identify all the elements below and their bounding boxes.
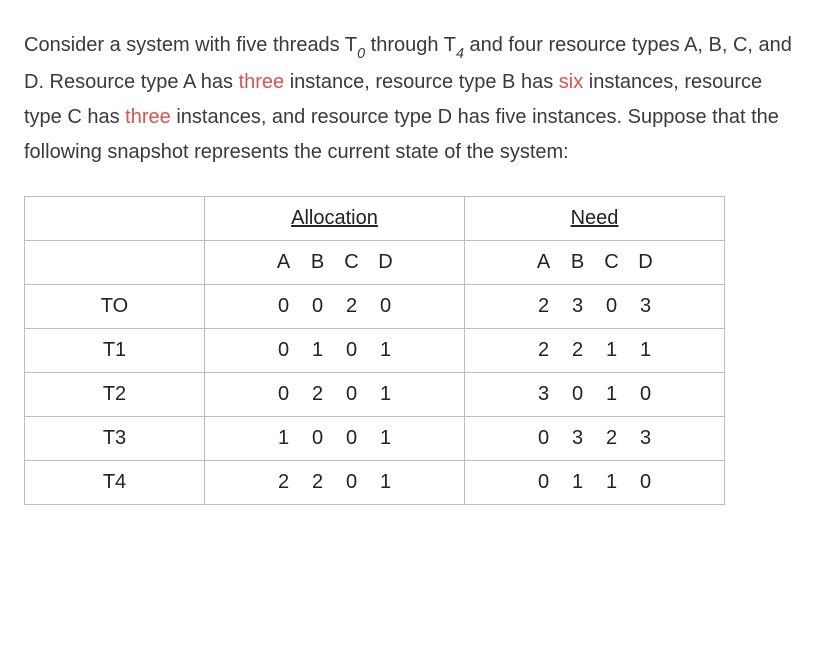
alloc-val: 0 xyxy=(377,295,395,318)
need-val: 0 xyxy=(535,471,553,494)
table-row: TO 0 0 2 0 2 3 0 3 xyxy=(25,285,725,329)
alloc-val: 2 xyxy=(309,383,327,406)
need-cell: 3 0 1 0 xyxy=(465,373,725,417)
alloc-col-b: B xyxy=(309,251,327,274)
header-row: Allocation Need xyxy=(25,197,725,241)
table-row: T3 1 0 0 1 0 3 2 3 xyxy=(25,417,725,461)
problem-paragraph: Consider a system with five threads T0 t… xyxy=(24,28,796,170)
alloc-val: 0 xyxy=(309,427,327,450)
para-seg-4: instance, resource type B has xyxy=(284,71,559,93)
need-col-letters: A B C D xyxy=(465,241,725,285)
highlight-three-a: three xyxy=(239,71,285,93)
need-val: 3 xyxy=(637,427,655,450)
header-need-label: Need xyxy=(571,207,619,229)
need-col-c: C xyxy=(603,251,621,274)
col-letters-blank xyxy=(25,241,205,285)
need-cell: 2 3 0 3 xyxy=(465,285,725,329)
subscript-4: 4 xyxy=(456,46,464,62)
need-val: 0 xyxy=(603,295,621,318)
need-val: 1 xyxy=(603,339,621,362)
table-row: T4 2 2 0 1 0 1 1 0 xyxy=(25,461,725,505)
header-allocation: Allocation xyxy=(205,197,465,241)
need-col-b: B xyxy=(569,251,587,274)
resource-table: Allocation Need A B C D A B C D TO 0 0 xyxy=(24,196,725,505)
alloc-cell: 2 2 0 1 xyxy=(205,461,465,505)
col-letters-row: A B C D A B C D xyxy=(25,241,725,285)
alloc-val: 1 xyxy=(275,427,293,450)
para-seg-2: through T xyxy=(365,34,456,56)
need-val: 2 xyxy=(535,339,553,362)
need-val: 1 xyxy=(603,383,621,406)
alloc-val: 2 xyxy=(343,295,361,318)
need-cell: 2 2 1 1 xyxy=(465,329,725,373)
need-val: 0 xyxy=(535,427,553,450)
need-val: 3 xyxy=(569,427,587,450)
need-cell: 0 1 1 0 xyxy=(465,461,725,505)
alloc-val: 2 xyxy=(309,471,327,494)
need-val: 1 xyxy=(569,471,587,494)
alloc-col-letters: A B C D xyxy=(205,241,465,285)
alloc-col-d: D xyxy=(377,251,395,274)
alloc-val: 0 xyxy=(343,427,361,450)
thread-cell: T1 xyxy=(25,329,205,373)
need-val: 0 xyxy=(637,383,655,406)
alloc-cell: 0 1 0 1 xyxy=(205,329,465,373)
thread-cell: T2 xyxy=(25,373,205,417)
alloc-val: 2 xyxy=(275,471,293,494)
thread-cell: T4 xyxy=(25,461,205,505)
table-row: T1 0 1 0 1 2 2 1 1 xyxy=(25,329,725,373)
alloc-cell: 0 2 0 1 xyxy=(205,373,465,417)
need-col-a: A xyxy=(535,251,553,274)
alloc-val: 0 xyxy=(343,471,361,494)
alloc-val: 1 xyxy=(309,339,327,362)
highlight-three-c: three xyxy=(125,106,171,128)
need-val: 3 xyxy=(637,295,655,318)
highlight-six: six xyxy=(559,71,583,93)
need-val: 2 xyxy=(603,427,621,450)
alloc-val: 0 xyxy=(275,295,293,318)
need-val: 3 xyxy=(569,295,587,318)
subscript-0: 0 xyxy=(357,46,365,62)
need-val: 2 xyxy=(569,339,587,362)
need-val: 0 xyxy=(637,471,655,494)
alloc-val: 1 xyxy=(377,427,395,450)
need-val: 1 xyxy=(603,471,621,494)
need-col-d: D xyxy=(637,251,655,274)
thread-cell: TO xyxy=(25,285,205,329)
need-val: 0 xyxy=(569,383,587,406)
para-seg-1: Consider a system with five threads T xyxy=(24,34,357,56)
need-cell: 0 3 2 3 xyxy=(465,417,725,461)
alloc-val: 1 xyxy=(377,471,395,494)
header-blank xyxy=(25,197,205,241)
need-val: 2 xyxy=(535,295,553,318)
header-need: Need xyxy=(465,197,725,241)
table-row: T2 0 2 0 1 3 0 1 0 xyxy=(25,373,725,417)
alloc-val: 0 xyxy=(309,295,327,318)
alloc-val: 0 xyxy=(275,383,293,406)
alloc-val: 1 xyxy=(377,383,395,406)
alloc-cell: 1 0 0 1 xyxy=(205,417,465,461)
alloc-val: 0 xyxy=(343,339,361,362)
alloc-col-c: C xyxy=(343,251,361,274)
alloc-val: 1 xyxy=(377,339,395,362)
thread-cell: T3 xyxy=(25,417,205,461)
need-val: 3 xyxy=(535,383,553,406)
header-allocation-label: Allocation xyxy=(291,207,378,229)
alloc-val: 0 xyxy=(343,383,361,406)
alloc-val: 0 xyxy=(275,339,293,362)
alloc-col-a: A xyxy=(275,251,293,274)
alloc-cell: 0 0 2 0 xyxy=(205,285,465,329)
need-val: 1 xyxy=(637,339,655,362)
